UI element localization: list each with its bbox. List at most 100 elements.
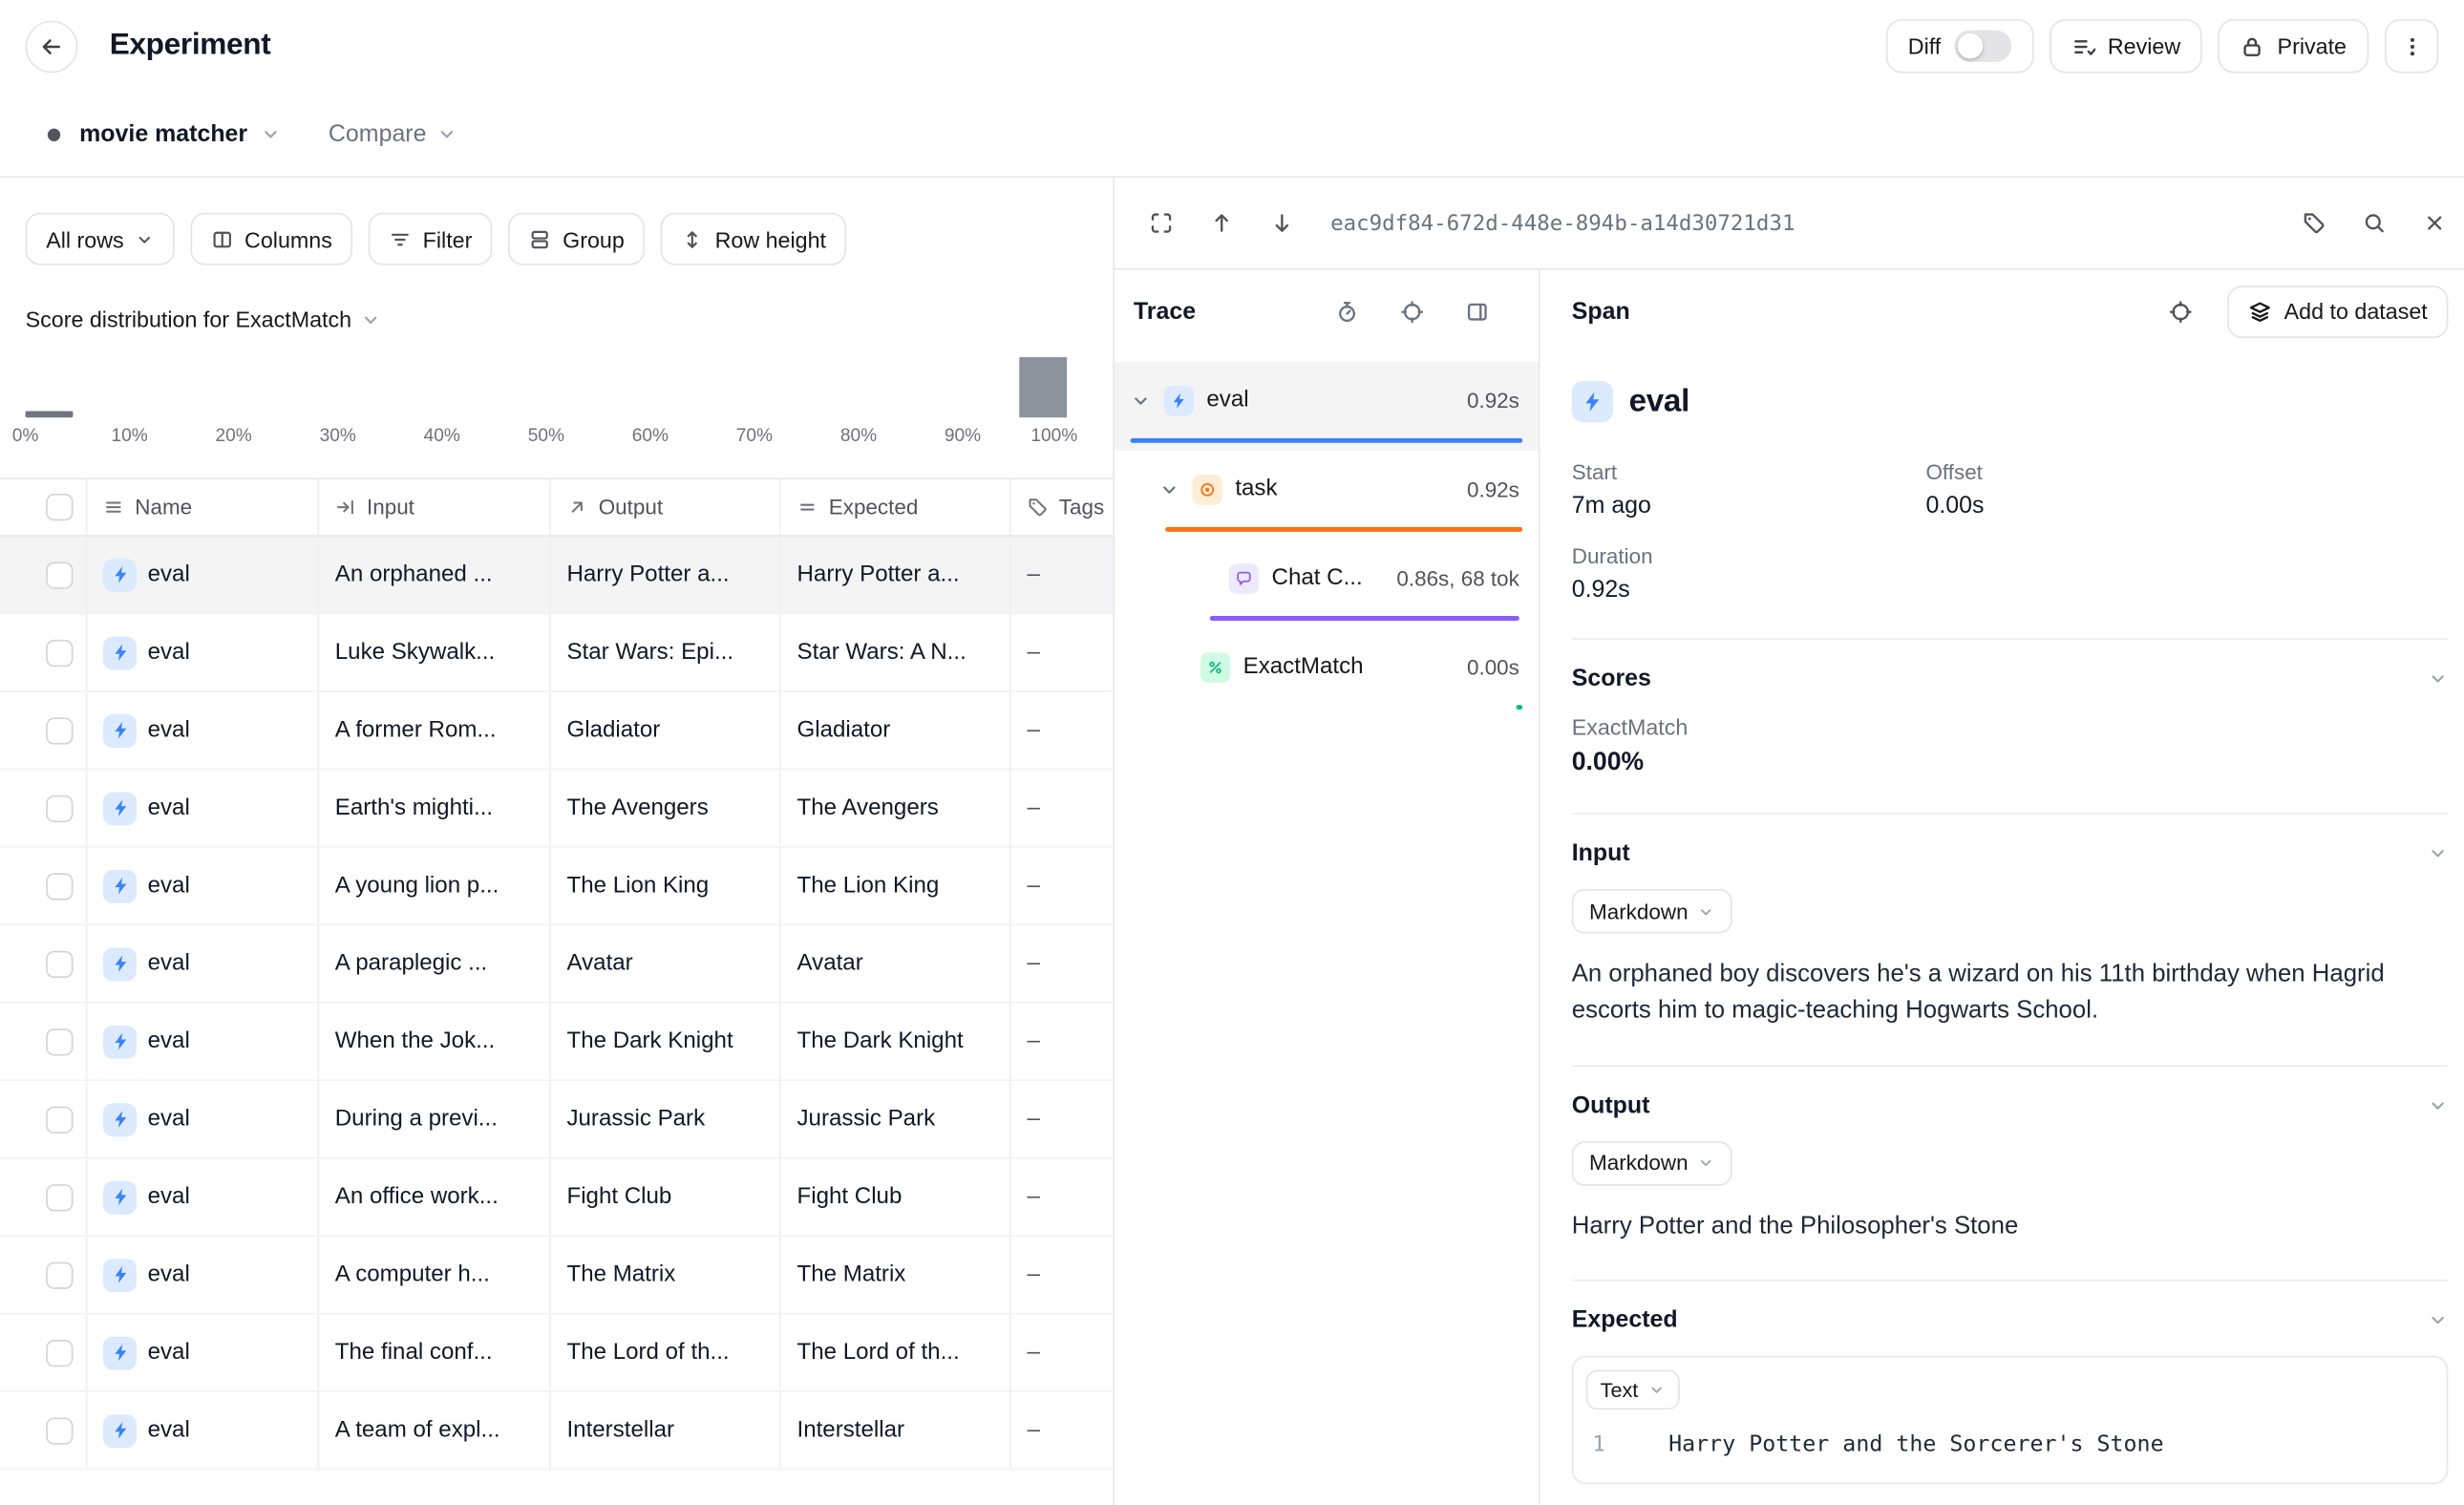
focus-button[interactable]	[1394, 294, 1430, 329]
columns-button[interactable]: Columns	[191, 213, 353, 265]
column-header-expected[interactable]: Expected	[779, 479, 1009, 535]
chevron-down-icon[interactable]	[1159, 478, 1180, 499]
row-checkbox[interactable]	[0, 1159, 86, 1236]
input-format-dropdown[interactable]: Markdown	[1572, 889, 1732, 934]
expected-format-dropdown[interactable]: Text	[1586, 1369, 1680, 1410]
row-checkbox[interactable]	[0, 925, 86, 1002]
column-header-input[interactable]: Input	[317, 479, 549, 535]
output-section-header[interactable]: Output	[1572, 1092, 2449, 1118]
group-icon	[529, 228, 551, 250]
row-checkbox[interactable]	[0, 1392, 86, 1469]
table-row[interactable]: eval A computer h... The Matrix The Matr…	[0, 1237, 1113, 1314]
cell-tags: –	[1009, 692, 1113, 769]
row-checkbox[interactable]	[0, 692, 86, 769]
tree-item-chat-completion[interactable]: Chat C... 0.86s, 68 tok	[1115, 540, 1539, 628]
private-button[interactable]: Private	[2219, 19, 2368, 74]
more-options-button[interactable]	[2385, 19, 2439, 74]
table-row[interactable]: eval A team of expl... Interstellar Inte…	[0, 1392, 1113, 1470]
row-checkbox[interactable]	[0, 614, 86, 690]
table-row[interactable]: eval A former Rom... Gladiator Gladiator…	[0, 692, 1113, 770]
tree-item-eval[interactable]: eval 0.92s	[1115, 362, 1539, 451]
score-distribution-header[interactable]: Score distribution for ExactMatch	[26, 307, 1088, 332]
chevron-down-icon	[2428, 668, 2449, 689]
histogram-bar-0pct[interactable]	[26, 412, 74, 418]
score-name: ExactMatch	[1572, 714, 2449, 740]
tree-item-task[interactable]: task 0.92s	[1115, 451, 1539, 540]
stopwatch-icon	[1334, 299, 1358, 323]
table-row[interactable]: eval During a previ... Jurassic Park Jur…	[0, 1081, 1113, 1158]
cell-expected: The Avengers	[779, 770, 1009, 846]
add-to-dataset-button[interactable]: Add to dataset	[2227, 285, 2449, 337]
select-all-checkbox[interactable]	[0, 479, 86, 535]
chevron-down-icon	[1698, 902, 1715, 920]
table-row[interactable]: eval The final conf... The Lord of th...…	[0, 1314, 1113, 1391]
expand-button[interactable]	[1136, 200, 1184, 247]
experiment-subheader: movie matcher Compare	[0, 92, 2464, 178]
group-button[interactable]: Group	[509, 213, 646, 265]
row-checkbox[interactable]	[0, 537, 86, 613]
table-row[interactable]: eval Earth's mighti... The Avengers The …	[0, 770, 1113, 847]
eval-icon	[103, 636, 137, 669]
chevron-down-icon[interactable]	[1131, 390, 1152, 411]
row-height-button[interactable]: Row height	[661, 213, 847, 265]
span-timeline-bar	[1517, 705, 1523, 710]
expected-section-header[interactable]: Expected	[1572, 1306, 2449, 1333]
scores-section-header[interactable]: Scores	[1572, 666, 2449, 692]
row-checkbox[interactable]	[0, 848, 86, 924]
eval-icon	[103, 1258, 137, 1291]
previous-row-button[interactable]	[1197, 200, 1244, 247]
compare-dropdown[interactable]: Compare	[329, 120, 457, 147]
all-rows-dropdown[interactable]: All rows	[26, 213, 175, 265]
column-header-name[interactable]: Name	[86, 479, 318, 535]
arrow-left-icon	[40, 34, 64, 58]
cell-input: An office work...	[317, 1159, 549, 1236]
axis-tick: 100%	[1030, 427, 1077, 446]
row-checkbox[interactable]	[0, 1004, 86, 1080]
page-title: Experiment	[110, 29, 271, 64]
search-button[interactable]	[2349, 200, 2397, 247]
row-checkbox[interactable]	[0, 1314, 86, 1390]
row-checkbox[interactable]	[0, 770, 86, 846]
table-row[interactable]: eval A young lion p... The Lion King The…	[0, 848, 1113, 925]
column-header-output[interactable]: Output	[549, 479, 779, 535]
filter-button[interactable]: Filter	[369, 213, 493, 265]
close-icon	[2422, 211, 2446, 235]
table-row[interactable]: eval A paraplegic ... Avatar Avatar –	[0, 925, 1113, 1003]
axis-tick: 0%	[12, 427, 39, 446]
cell-name: eval	[86, 1314, 318, 1390]
group-label: Group	[563, 226, 625, 252]
diff-toggle-switch[interactable]	[1954, 31, 2011, 62]
layout-button[interactable]	[1459, 294, 1495, 329]
row-height-label: Row height	[715, 226, 826, 252]
close-button[interactable]	[2410, 200, 2457, 247]
table-row[interactable]: eval Luke Skywalk... Star Wars: Epi... S…	[0, 614, 1113, 691]
review-button[interactable]: Review	[2049, 19, 2202, 74]
chevron-down-icon	[1698, 1155, 1715, 1172]
diff-toggle-button[interactable]: Diff	[1886, 19, 2033, 74]
output-section: Output Markdown Harry Potter and the Phi…	[1572, 1065, 2449, 1244]
cell-input: An orphaned ...	[317, 537, 549, 613]
scores-section: Scores ExactMatch 0.00%	[1572, 638, 2449, 777]
tree-item-exactmatch[interactable]: ExactMatch 0.00s	[1115, 628, 1539, 717]
table-row[interactable]: eval An office work... Fight Club Fight …	[0, 1159, 1113, 1237]
table-row[interactable]: eval An orphaned ... Harry Potter a... H…	[0, 537, 1113, 614]
cell-name: eval	[86, 848, 318, 924]
column-header-tags[interactable]: Tags	[1009, 479, 1113, 535]
histogram-bar-100pct[interactable]	[1019, 357, 1067, 417]
back-button[interactable]	[26, 20, 78, 73]
tag-button[interactable]	[2289, 200, 2337, 247]
row-checkbox[interactable]	[0, 1237, 86, 1313]
chevron-down-icon[interactable]	[260, 124, 281, 145]
axis-tick: 40%	[424, 427, 460, 446]
trace-tree-panel: Trace eval 0.92s	[1115, 270, 1540, 1505]
eval-icon	[103, 947, 137, 981]
table-row[interactable]: eval When the Jok... The Dark Knight The…	[0, 1004, 1113, 1081]
timing-button[interactable]	[1328, 294, 1364, 329]
experiment-name[interactable]: movie matcher	[79, 120, 247, 147]
span-timeline-bar	[1165, 527, 1522, 532]
output-format-dropdown[interactable]: Markdown	[1572, 1140, 1732, 1185]
row-checkbox[interactable]	[0, 1081, 86, 1157]
focus-span-button[interactable]	[2157, 287, 2205, 335]
next-row-button[interactable]	[1258, 200, 1306, 247]
input-section-header[interactable]: Input	[1572, 839, 2449, 866]
